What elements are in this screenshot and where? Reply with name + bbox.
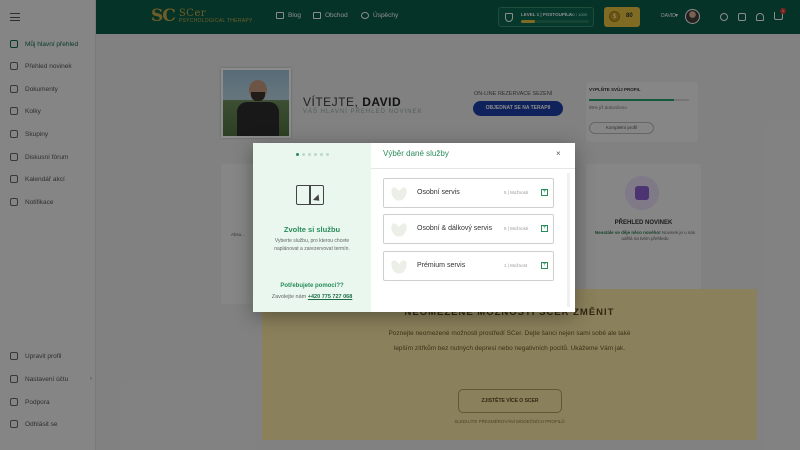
- add-icon[interactable]: +: [541, 262, 548, 269]
- service-name: Osobní servis: [417, 189, 460, 196]
- choose-service-title: Zvolte si službu: [283, 225, 341, 234]
- call-us: Zavolejte nám +420 775 727 068: [253, 294, 371, 300]
- close-icon[interactable]: ×: [556, 149, 561, 158]
- step-dot: [302, 153, 305, 156]
- step-dot: [326, 153, 329, 156]
- modal-divider: [371, 168, 575, 169]
- phone-link[interactable]: +420 775 727 068: [308, 294, 353, 300]
- service-options-count: 5 | Možnosti: [504, 226, 529, 231]
- service-options-count: 5 | Možnosti: [504, 190, 529, 195]
- step-dot: [320, 153, 323, 156]
- help-title: Potřebujete pomoci??: [280, 283, 344, 289]
- app-root: Můj hlavní přehled Přehled novinek Dokum…: [0, 0, 800, 450]
- modal-scrollbar[interactable]: [567, 173, 570, 307]
- service-option-personal-remote[interactable]: Osobní & dálkový servis 5 | Možnosti +: [383, 214, 554, 244]
- leaf-icon: [390, 185, 408, 203]
- step-dot: [314, 153, 317, 156]
- modal-title: Výběr dané služby: [383, 149, 449, 158]
- service-options-count: 1 | Možnost: [504, 263, 528, 268]
- add-icon[interactable]: +: [541, 189, 548, 196]
- call-prefix: Zavolejte nám: [271, 294, 307, 300]
- service-option-premium[interactable]: Prémium servis 1 | Možnost +: [383, 251, 554, 281]
- service-option-personal[interactable]: Osobní servis 5 | Možnosti +: [383, 178, 554, 208]
- leaf-icon: [390, 258, 408, 276]
- service-name: Prémium servis: [417, 262, 466, 269]
- modal-left-panel: Zvolte si službu Vyberte službu, pro kte…: [253, 143, 371, 312]
- step-dot: [296, 153, 299, 156]
- service-name: Osobní & dálkový servis: [417, 225, 493, 232]
- step-indicator: [296, 153, 329, 156]
- book-pointer-icon: [296, 183, 326, 209]
- leaf-icon: [390, 221, 408, 239]
- add-icon[interactable]: +: [541, 225, 548, 232]
- choose-service-description: Vyberte službu, pro kterou chcete naplán…: [274, 238, 350, 252]
- service-selection-modal: Zvolte si službu Vyberte službu, pro kte…: [253, 143, 575, 312]
- step-dot: [308, 153, 311, 156]
